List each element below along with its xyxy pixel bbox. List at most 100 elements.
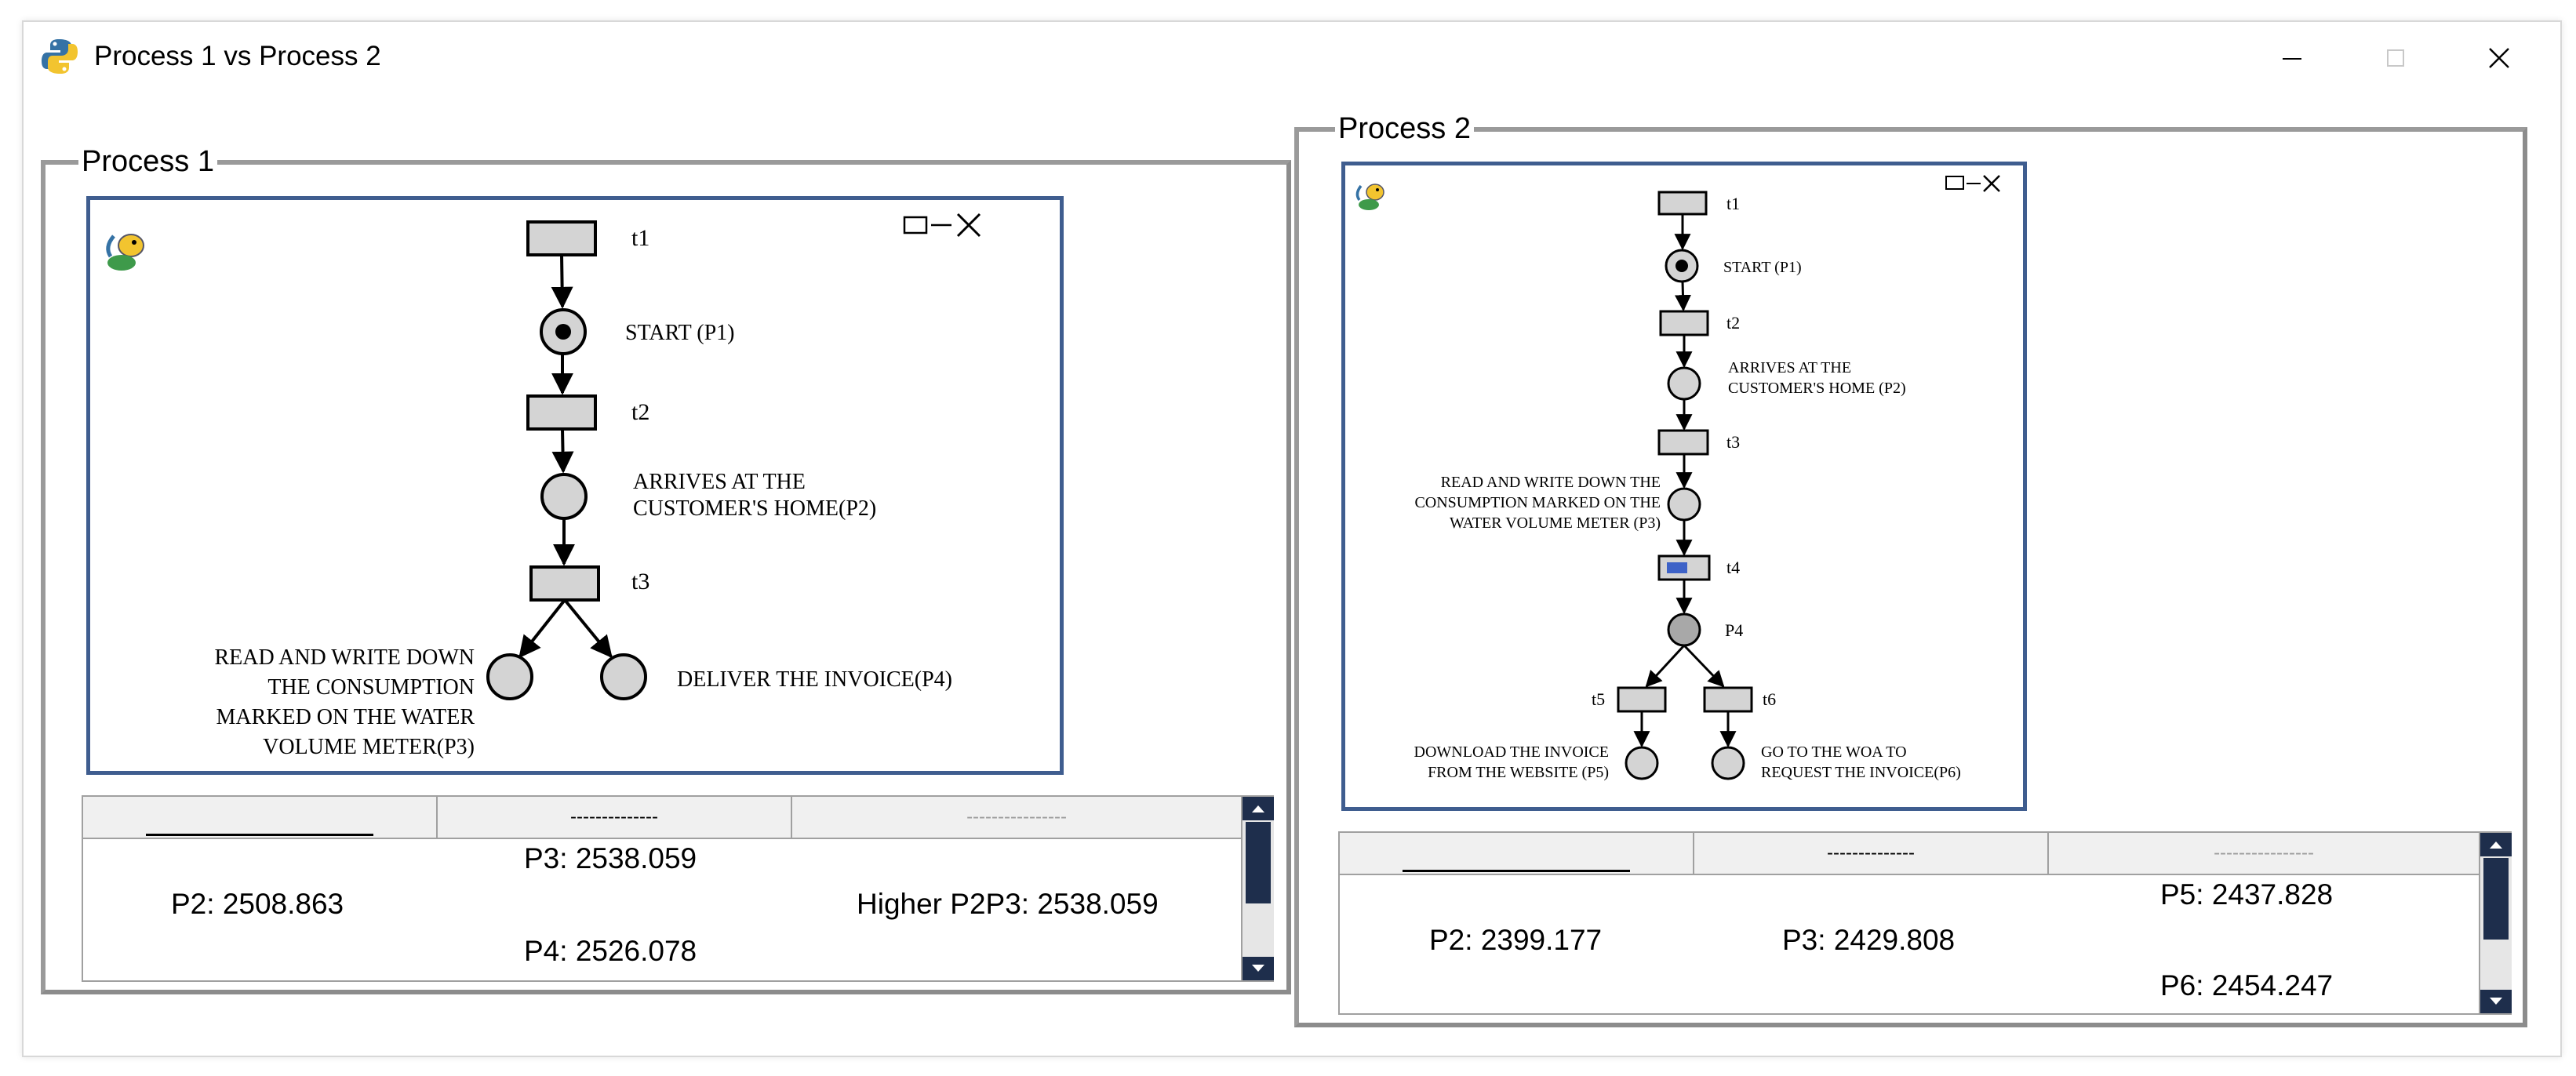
pygame-snake-icon bbox=[1355, 184, 1384, 210]
result-higher-p2p3: Higher P2P3: 2538.059 bbox=[857, 888, 1159, 920]
t1-label: t1 bbox=[631, 225, 649, 251]
transition-t3 bbox=[529, 565, 600, 602]
t3-label: t3 bbox=[1726, 432, 1740, 452]
p3-label-line: READ AND WRITE DOWN THE bbox=[1441, 474, 1661, 491]
close-button[interactable] bbox=[2447, 27, 2551, 89]
column-header[interactable] bbox=[83, 797, 438, 838]
t1-label: t1 bbox=[1726, 194, 1740, 213]
p3-label-line: WATER VOLUME METER (P3) bbox=[1450, 514, 1661, 532]
scroll-thumb[interactable] bbox=[1246, 822, 1271, 903]
pygame-snake-icon bbox=[106, 234, 144, 271]
close-icon bbox=[2489, 48, 2509, 68]
arrow-up-icon bbox=[1252, 805, 1264, 812]
column-header[interactable]: ---------------- bbox=[792, 797, 1241, 838]
arc bbox=[551, 428, 574, 474]
scroll-up-button[interactable] bbox=[1243, 797, 1274, 820]
t5-label: t5 bbox=[1592, 689, 1605, 709]
place-p3 bbox=[1667, 487, 1701, 522]
t3-label: t3 bbox=[631, 569, 649, 594]
column-header[interactable]: -------------- bbox=[1694, 833, 2049, 874]
process2-diagram: t1 t2 t3 t4 t5 t6 START (P1) ARRIVES AT … bbox=[1341, 162, 2027, 811]
process2-results-table[interactable]: -------------- ---------------- P5: 2437… bbox=[1338, 831, 2512, 1015]
process1-label: Process 1 bbox=[78, 144, 217, 179]
process1-results-table[interactable]: -------------- ---------------- P3: 2538… bbox=[82, 795, 1274, 982]
token bbox=[555, 324, 571, 340]
transition-t2 bbox=[526, 394, 597, 431]
transition-t6 bbox=[1703, 686, 1753, 713]
p2-label-line: CUSTOMER'S HOME(P2) bbox=[633, 496, 876, 521]
p3-label-line: CONSUMPTION MARKED ON THE bbox=[1414, 494, 1661, 511]
table-header: -------------- ---------------- bbox=[83, 797, 1241, 839]
transition-t5 bbox=[1617, 686, 1667, 713]
p2-label-line: ARRIVES AT THE bbox=[633, 470, 806, 494]
diagram-minimize-icon[interactable] bbox=[903, 216, 928, 234]
minimize-icon bbox=[2283, 58, 2301, 60]
p2-label-line: CUSTOMER'S HOME (P2) bbox=[1728, 380, 1906, 397]
arrow-down-icon bbox=[1252, 965, 1264, 972]
p2-label-line: ARRIVES AT THE bbox=[1728, 359, 1851, 376]
token bbox=[1675, 260, 1688, 272]
vertical-scrollbar[interactable] bbox=[2479, 833, 2512, 1013]
result-p2: P2: 2399.177 bbox=[1429, 924, 1603, 956]
transition-t1 bbox=[1657, 191, 1708, 216]
p1-label: START (P1) bbox=[625, 321, 734, 345]
vertical-scrollbar[interactable] bbox=[1241, 797, 1274, 980]
title-bar[interactable]: Process 1 vs Process 2 bbox=[24, 22, 2560, 94]
arc bbox=[518, 598, 566, 659]
p5-label-line: FROM THE WEBSITE (P5) bbox=[1428, 764, 1609, 781]
t4-label: t4 bbox=[1726, 558, 1740, 577]
window-title: Process 1 vs Process 2 bbox=[94, 41, 381, 71]
result-p3: P3: 2429.808 bbox=[1782, 924, 1956, 956]
table-header: -------------- ---------------- bbox=[1340, 833, 2479, 875]
t2-label: t2 bbox=[631, 399, 649, 425]
t6-label: t6 bbox=[1763, 689, 1776, 709]
diagram-close-icon[interactable] bbox=[956, 213, 981, 238]
column-header[interactable] bbox=[1340, 833, 1694, 874]
p4-label: DELIVER THE INVOICE(P4) bbox=[677, 667, 952, 692]
scroll-thumb[interactable] bbox=[2483, 858, 2509, 940]
transition-t4-fill bbox=[1667, 562, 1687, 573]
result-p4: P4: 2526.078 bbox=[524, 935, 697, 967]
arrow-down-icon bbox=[2490, 998, 2502, 1005]
scroll-up-button[interactable] bbox=[2480, 833, 2512, 856]
column-header[interactable]: ---------------- bbox=[2049, 833, 2479, 874]
python-logo-icon bbox=[42, 39, 78, 74]
p3-label-line: MARKED ON THE WATER bbox=[216, 705, 475, 729]
arc bbox=[1645, 644, 1686, 688]
diagram-minimize-icon[interactable] bbox=[1945, 176, 1964, 190]
p3-label-line: READ AND WRITE DOWN bbox=[214, 645, 475, 670]
p4-label: P4 bbox=[1725, 620, 1743, 640]
p5-label-line: DOWNLOAD THE INVOICE bbox=[1414, 743, 1609, 761]
result-p6: P6: 2454.247 bbox=[2160, 969, 2334, 1001]
result-p3: P3: 2538.059 bbox=[524, 842, 697, 874]
minimize-button[interactable] bbox=[2240, 27, 2344, 89]
p3-label-line: VOLUME METER(P3) bbox=[263, 735, 475, 759]
p3-label-line: THE CONSUMPTION bbox=[267, 675, 475, 700]
column-header[interactable]: -------------- bbox=[438, 797, 792, 838]
arc bbox=[563, 598, 613, 659]
place-p3 bbox=[486, 653, 533, 700]
p1-label: START (P1) bbox=[1723, 259, 1802, 276]
arc bbox=[1683, 644, 1725, 688]
result-p2: P2: 2508.863 bbox=[171, 888, 344, 920]
transition-t2 bbox=[1659, 310, 1709, 336]
place-p2 bbox=[1667, 366, 1701, 401]
p6-label-line: GO TO THE WOA TO bbox=[1761, 743, 1907, 761]
process2-group: Process 2 t1 t2 t3 t4 t5 t6 START (P1) A… bbox=[1294, 96, 2527, 1027]
maximize-icon bbox=[2387, 49, 2404, 67]
place-p6 bbox=[1711, 746, 1745, 780]
t2-label: t2 bbox=[1726, 313, 1740, 333]
result-p5: P5: 2437.828 bbox=[2160, 878, 2334, 911]
place-p4 bbox=[600, 653, 647, 700]
diagram-close-icon[interactable] bbox=[1983, 175, 2000, 192]
process1-diagram: t1 t2 t3 START (P1) ARRIVES AT THE CUSTO… bbox=[86, 196, 1064, 775]
p6-label-line: REQUEST THE INVOICE(P6) bbox=[1761, 764, 1961, 781]
process1-group: Process 1 t1 t2 t3 START (P1) ARRIVES AT… bbox=[41, 129, 1291, 994]
scroll-down-button[interactable] bbox=[1243, 957, 1274, 980]
transition-t3 bbox=[1657, 429, 1709, 456]
maximize-button[interactable] bbox=[2344, 27, 2447, 89]
process2-label: Process 2 bbox=[1335, 111, 1474, 146]
scroll-down-button[interactable] bbox=[2480, 990, 2512, 1013]
arrow-up-icon bbox=[2490, 842, 2502, 849]
place-p5 bbox=[1625, 746, 1659, 780]
